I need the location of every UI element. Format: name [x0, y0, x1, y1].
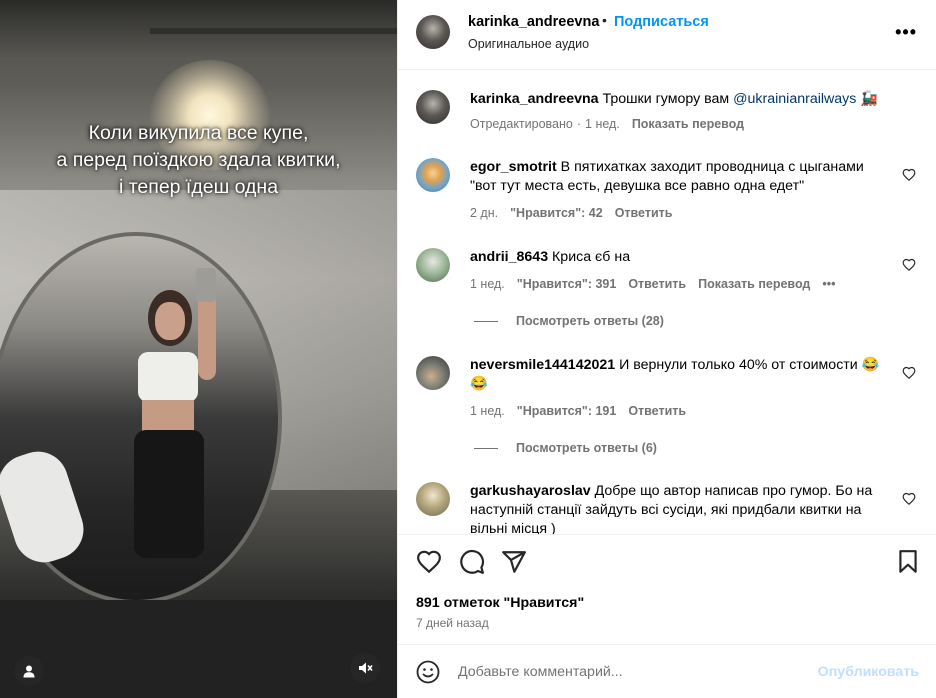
comment-username[interactable]: andrii_8643 [470, 249, 548, 265]
mute-button[interactable] [350, 653, 380, 683]
likes-count[interactable]: 891 отметок "Нравится" [416, 595, 584, 611]
like-heart-icon[interactable] [902, 258, 916, 272]
caption-line: Коли викупила все купе, [88, 122, 309, 144]
comment-username[interactable]: garkushayaroslav [470, 483, 591, 499]
view-replies-button[interactable]: Посмотреть ответы (28) [474, 314, 664, 328]
user-icon [23, 665, 35, 678]
caption-text: Трошки гумору вам [602, 91, 730, 107]
like-heart-icon[interactable] [902, 366, 916, 380]
caption-line: і тепер їдеш одна [118, 176, 279, 198]
translate-link[interactable]: Показать перевод [698, 277, 810, 291]
post-side-panel: karinka_andreevna • Подписаться Оригинал… [397, 0, 936, 698]
comment-likes[interactable]: "Нравится": 391 [517, 277, 617, 291]
meta-dot: · [576, 117, 582, 131]
commenter-avatar[interactable] [416, 482, 450, 516]
person-figure [120, 290, 216, 570]
add-comment-bar: Опубликовать [398, 644, 936, 698]
author-avatar[interactable] [416, 90, 450, 124]
more-options-icon[interactable]: ••• [895, 22, 917, 43]
commenter-avatar[interactable] [416, 356, 450, 390]
comment-item: egor_smotrit В пятихатках заходит провод… [416, 158, 916, 228]
comment-text: И вернули только 40% от стоимости [619, 357, 858, 373]
caption-line: а перед поїздкою здала квитки, [56, 149, 341, 171]
comment-bubble-icon[interactable] [459, 549, 485, 575]
comment-meta: 1 нед. "Нравится": 391 Ответить Показать пе… [470, 277, 848, 291]
commenter-avatar[interactable] [416, 158, 450, 192]
phone [196, 268, 216, 302]
comment-text: Криса єб на [552, 249, 631, 265]
reply-button[interactable]: Ответить [628, 404, 686, 418]
comment-item: neversmile144142021 И вернули только 40%… [416, 356, 916, 456]
reply-button[interactable]: Ответить [628, 277, 686, 291]
comment-likes[interactable]: "Нравится": 42 [510, 206, 603, 220]
tagged-users-button[interactable] [14, 656, 44, 686]
audio-label[interactable]: Оригинальное аудио [468, 37, 589, 51]
share-send-icon[interactable] [501, 549, 527, 575]
luggage-rack [0, 0, 397, 60]
post-date[interactable]: 7 дней назад [416, 616, 489, 630]
edited-label: Отредактировано [470, 117, 573, 131]
caption-emoji: 🚂 [860, 91, 878, 107]
follow-button[interactable]: Подписаться [614, 14, 709, 30]
translate-link[interactable]: Показать перевод [632, 117, 744, 131]
post-caption: karinka_andreevna Трошки гумору вам @ukr… [416, 90, 916, 160]
comment-time[interactable]: 2 дн. [470, 206, 498, 220]
comment-more-icon[interactable]: ••• [822, 277, 835, 291]
video-caption: Коли викупила все купе, а перед поїздкою… [0, 120, 397, 201]
emoji-icon[interactable] [416, 660, 440, 684]
like-heart-icon[interactable] [416, 549, 442, 575]
comment-meta: 2 дн. "Нравится": 42 Ответить [470, 206, 684, 220]
comment-meta: 1 нед. "Нравится": 191 Ответить [470, 404, 698, 418]
view-replies-button[interactable]: Посмотреть ответы (6) [474, 441, 657, 455]
post-header: karinka_andreevna • Подписаться Оригинал… [398, 0, 936, 70]
comment-time[interactable]: 1 нед. [470, 277, 505, 291]
author-avatar[interactable] [416, 15, 450, 49]
seat [0, 600, 397, 698]
view-replies-label[interactable]: Посмотреть ответы (6) [516, 441, 657, 455]
comment-likes[interactable]: "Нравится": 191 [517, 404, 617, 418]
caption-meta: Отредактировано · 1 нед. Показать перевод [470, 117, 756, 131]
post-actions: 891 отметок "Нравится" 7 дней назад [398, 534, 936, 644]
comment-username[interactable]: egor_smotrit [470, 159, 557, 175]
mention-link[interactable]: @ukrainianrailways [733, 91, 856, 107]
like-heart-icon[interactable] [902, 168, 916, 182]
comments-list[interactable]: karinka_andreevna Трошки гумору вам @ukr… [398, 70, 936, 534]
like-heart-icon[interactable] [902, 492, 916, 506]
caption-username[interactable]: karinka_andreevna [470, 91, 599, 107]
post-media[interactable]: Коли викупила все купе, а перед поїздкою… [0, 0, 397, 698]
author-username[interactable]: karinka_andreevna [468, 14, 599, 30]
view-replies-label[interactable]: Посмотреть ответы (28) [516, 314, 664, 328]
comment-time[interactable]: 1 нед. [470, 404, 505, 418]
reply-button[interactable]: Ответить [615, 206, 673, 220]
comment-item: andrii_8643 Криса єб на 1 нед. "Нравится"… [416, 248, 916, 348]
speaker-muted-icon [359, 662, 373, 674]
comment-item: garkushayaroslav Добре що автор написав … [416, 482, 916, 534]
bookmark-icon[interactable] [895, 549, 921, 575]
separator-dot: • [602, 12, 607, 28]
comment-input[interactable] [458, 660, 798, 684]
replies-divider [474, 321, 498, 323]
replies-divider [474, 448, 498, 450]
caption-time[interactable]: 1 нед. [585, 117, 620, 131]
commenter-avatar[interactable] [416, 248, 450, 282]
publish-button[interactable]: Опубликовать [818, 664, 919, 680]
comment-username[interactable]: neversmile144142021 [470, 357, 615, 373]
